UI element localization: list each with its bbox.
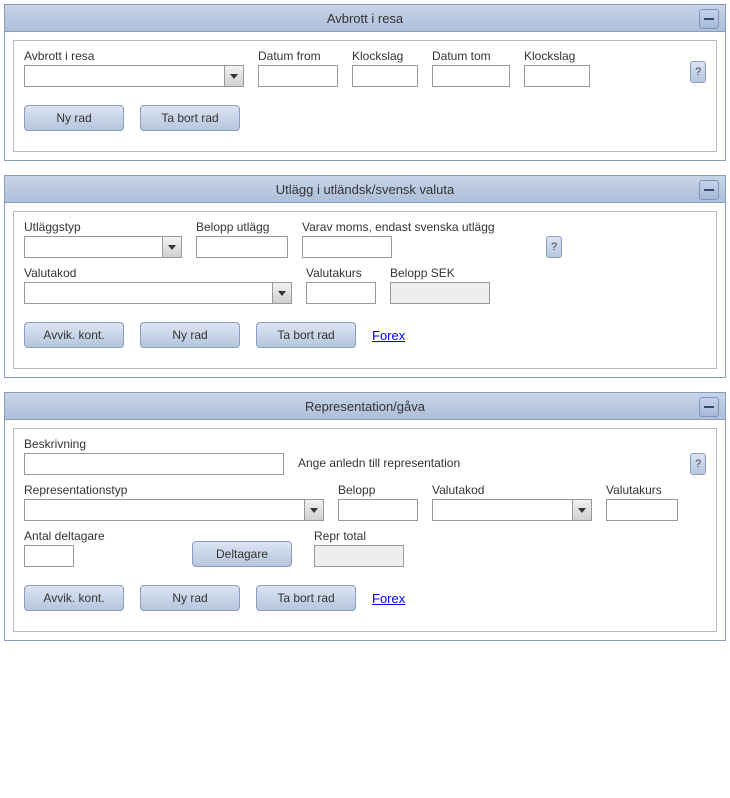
field-representationstyp: Representationstyp (24, 483, 324, 521)
field-belopp-utlagg: Belopp utlägg (196, 220, 288, 258)
input-klockslag-tom[interactable] (524, 65, 590, 87)
input-valutakurs[interactable] (606, 499, 678, 521)
field-valutakod: Valutakod (24, 266, 292, 304)
chevron-down-icon[interactable] (572, 500, 591, 520)
label: Repr total (314, 529, 404, 543)
minus-icon (704, 189, 714, 191)
select-value (25, 66, 224, 86)
input-beskrivning[interactable] (24, 453, 284, 475)
select-valutakod[interactable] (24, 282, 292, 304)
select-utlaggstyp[interactable] (24, 236, 182, 258)
panel-avbrott: Avbrott i resa Avbrott i resa Datum from… (4, 4, 726, 161)
input-belopp[interactable] (338, 499, 418, 521)
panel-header-utlagg: Utlägg i utländsk/svensk valuta (5, 176, 725, 203)
input-antal-deltagare[interactable] (24, 545, 74, 567)
input-datum-tom[interactable] (432, 65, 510, 87)
ta-bort-rad-button[interactable]: Ta bort rad (256, 322, 356, 348)
panel-title: Utlägg i utländsk/svensk valuta (276, 182, 454, 197)
select-value (25, 283, 272, 303)
field-valutakurs: Valutakurs (606, 483, 678, 521)
panel-representation: Representation/gåva Beskrivning Ange anl… (4, 392, 726, 641)
field-beskrivning: Beskrivning (24, 437, 284, 475)
deltagare-button[interactable]: Deltagare (192, 541, 292, 567)
input-datum-from[interactable] (258, 65, 338, 87)
ny-rad-button[interactable]: Ny rad (140, 585, 240, 611)
label: Belopp utlägg (196, 220, 288, 234)
field-belopp-sek: Belopp SEK (390, 266, 490, 304)
ta-bort-rad-button[interactable]: Ta bort rad (256, 585, 356, 611)
forex-link[interactable]: Forex (372, 328, 405, 343)
select-representationstyp[interactable] (24, 499, 324, 521)
select-value (25, 237, 162, 257)
label: Beskrivning (24, 437, 284, 451)
panel-title: Representation/gåva (305, 399, 425, 414)
input-valutakurs[interactable] (306, 282, 376, 304)
chevron-down-icon[interactable] (162, 237, 181, 257)
panel-body: Avbrott i resa Datum from Klockslag Datu… (13, 40, 717, 152)
field-avbrott-i-resa: Avbrott i resa (24, 49, 244, 87)
field-datum-from: Datum from (258, 49, 338, 87)
label: Belopp SEK (390, 266, 490, 280)
label: Valutakod (432, 483, 592, 497)
ny-rad-button[interactable]: Ny rad (24, 105, 124, 131)
input-belopp-utlagg[interactable] (196, 236, 288, 258)
collapse-button[interactable] (699, 397, 719, 417)
minus-icon (704, 406, 714, 408)
panel-body: Utläggstyp Belopp utlägg Varav moms, end… (13, 211, 717, 369)
label: Antal deltagare (24, 529, 124, 543)
label: Valutakurs (606, 483, 678, 497)
label: Utläggstyp (24, 220, 182, 234)
help-button[interactable]: ? (546, 236, 562, 258)
avvik-kont-button[interactable]: Avvik. kont. (24, 322, 124, 348)
field-datum-tom: Datum tom (432, 49, 510, 87)
help-button[interactable]: ? (690, 453, 706, 475)
minus-icon (704, 18, 714, 20)
label: Valutakod (24, 266, 292, 280)
field-varav-moms: Varav moms, endast svenska utlägg (302, 220, 532, 258)
forex-link[interactable]: Forex (372, 591, 405, 606)
label: Avbrott i resa (24, 49, 244, 63)
label: Belopp (338, 483, 418, 497)
input-varav-moms[interactable] (302, 236, 392, 258)
label: Datum tom (432, 49, 510, 63)
label: Klockslag (524, 49, 590, 63)
select-valutakod[interactable] (432, 499, 592, 521)
field-repr-total: Repr total (314, 529, 404, 567)
collapse-button[interactable] (699, 9, 719, 29)
panel-body: Beskrivning Ange anledn till representat… (13, 428, 717, 632)
ny-rad-button[interactable]: Ny rad (140, 322, 240, 348)
output-repr-total (314, 545, 404, 567)
select-value (25, 500, 304, 520)
avvik-kont-button[interactable]: Avvik. kont. (24, 585, 124, 611)
panel-header-representation: Representation/gåva (5, 393, 725, 420)
label: Datum from (258, 49, 338, 63)
input-klockslag-from[interactable] (352, 65, 418, 87)
field-klockslag-from: Klockslag (352, 49, 418, 87)
chevron-down-icon[interactable] (272, 283, 291, 303)
panel-utlagg: Utlägg i utländsk/svensk valuta Utläggst… (4, 175, 726, 378)
label: Representationstyp (24, 483, 324, 497)
field-klockslag-tom: Klockslag (524, 49, 590, 87)
label: Klockslag (352, 49, 418, 63)
chevron-down-icon[interactable] (304, 500, 323, 520)
ta-bort-rad-button[interactable]: Ta bort rad (140, 105, 240, 131)
help-button[interactable]: ? (690, 61, 706, 83)
label: Varav moms, endast svenska utlägg (302, 220, 532, 234)
select-avbrott[interactable] (24, 65, 244, 87)
label: Valutakurs (306, 266, 376, 280)
field-valutakod: Valutakod (432, 483, 592, 521)
chevron-down-icon[interactable] (224, 66, 243, 86)
panel-title: Avbrott i resa (327, 11, 403, 26)
field-utlaggstyp: Utläggstyp (24, 220, 182, 258)
select-value (433, 500, 572, 520)
field-valutakurs: Valutakurs (306, 266, 376, 304)
output-belopp-sek (390, 282, 490, 304)
collapse-button[interactable] (699, 180, 719, 200)
field-antal-deltagare: Antal deltagare (24, 529, 124, 567)
panel-header-avbrott: Avbrott i resa (5, 5, 725, 32)
field-belopp: Belopp (338, 483, 418, 521)
hint-text: Ange anledn till representation (298, 442, 460, 470)
